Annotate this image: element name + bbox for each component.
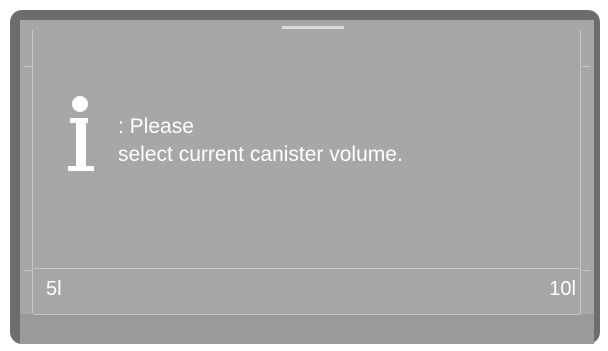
volume-scale-line <box>34 268 580 269</box>
volume-max-label: 10l <box>549 278 576 300</box>
message-line-1: : Please <box>118 115 194 138</box>
right-tick-bottom <box>582 270 590 271</box>
bottom-bar-divider <box>34 314 580 315</box>
info-message: : Please select current canister volume. <box>118 113 578 169</box>
right-guide <box>580 30 581 318</box>
message-line-2: select current canister volume. <box>118 143 403 166</box>
left-guide <box>32 30 33 318</box>
bottom-status-bar <box>20 314 594 344</box>
top-indicator <box>282 26 344 29</box>
volume-min-label: 5l <box>46 278 62 300</box>
left-tick-bottom <box>24 270 32 271</box>
info-icon <box>64 95 94 175</box>
right-tick-top <box>582 66 590 67</box>
display-screen: : Please select current canister volume.… <box>20 20 594 344</box>
left-tick-top <box>24 66 32 67</box>
